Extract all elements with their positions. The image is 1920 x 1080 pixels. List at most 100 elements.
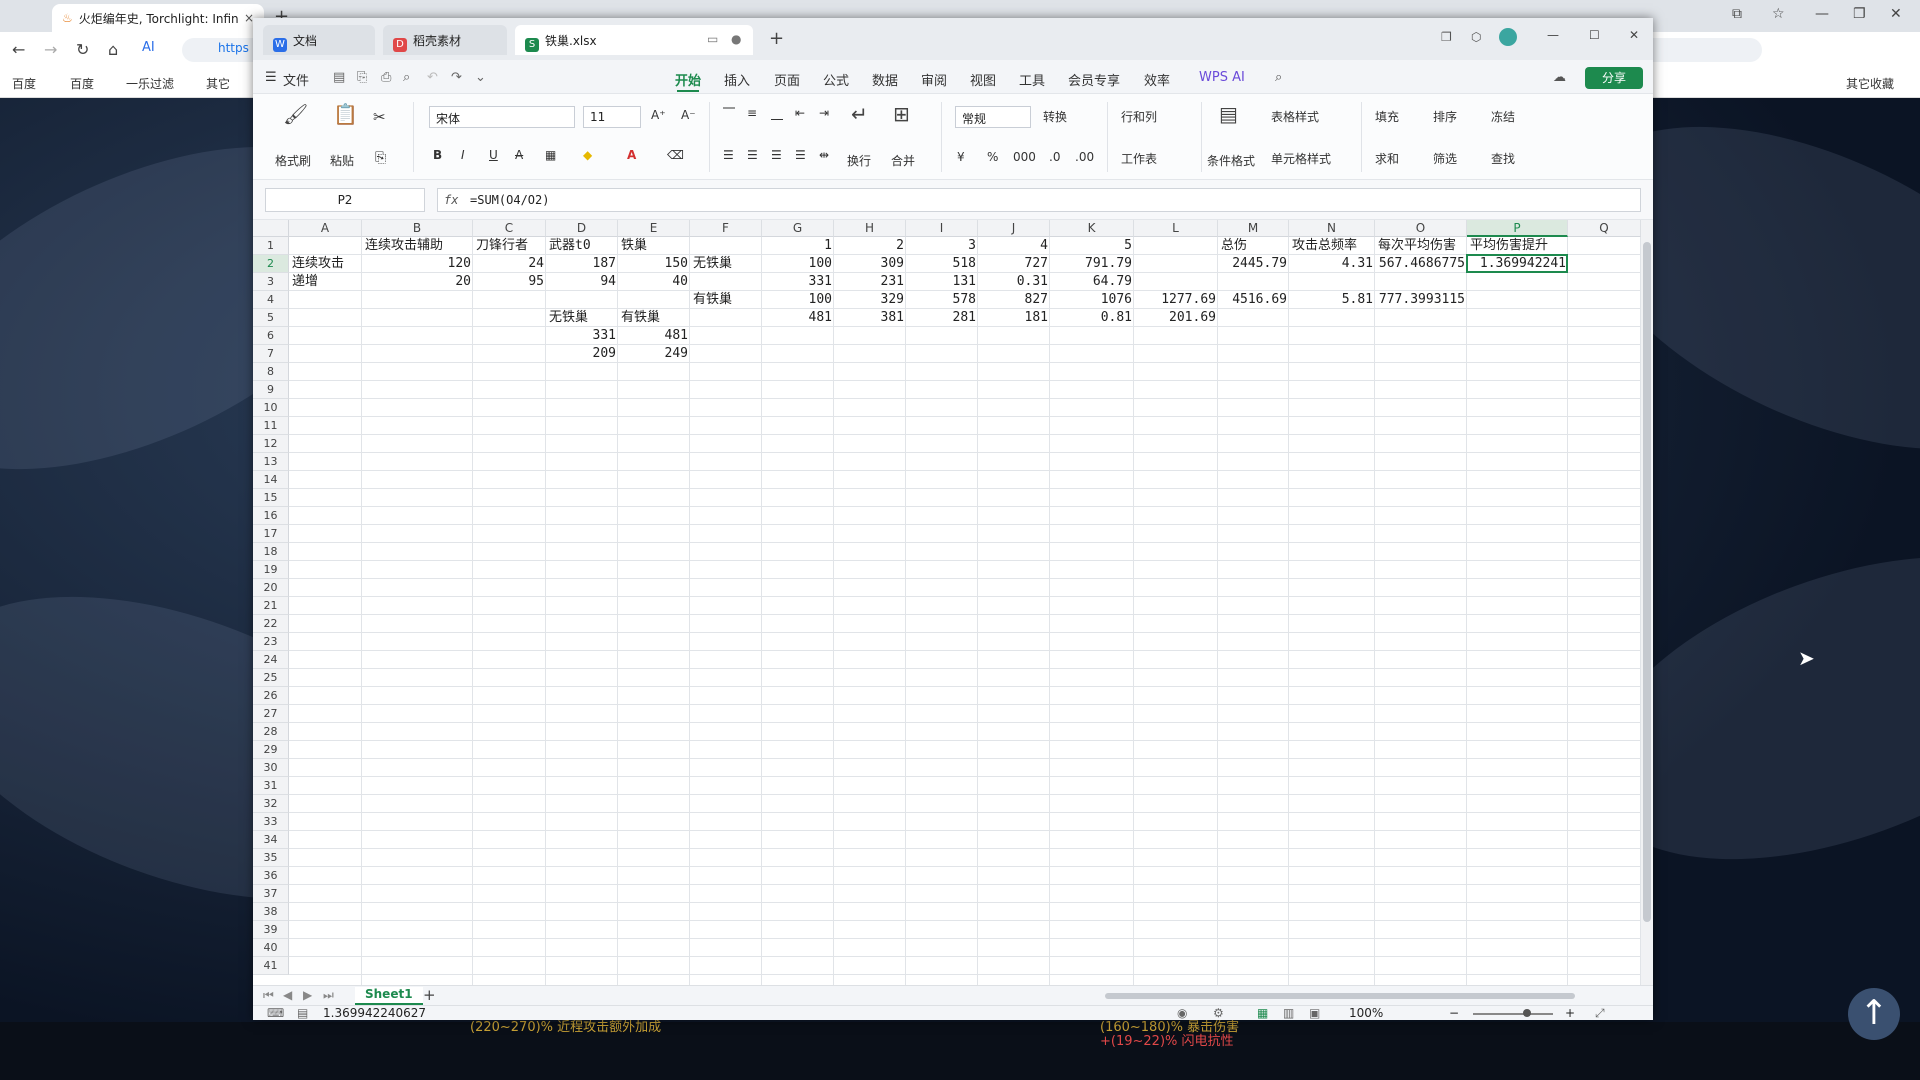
chevron-down-icon[interactable]: ⌄: [475, 70, 486, 85]
cell-g5[interactable]: 481: [762, 309, 834, 327]
row-header[interactable]: 14: [253, 471, 289, 489]
row-header[interactable]: 17: [253, 525, 289, 543]
doc-tab-active[interactable]: S 铁巢.xlsx ▭ ●: [515, 25, 753, 55]
cell-k5[interactable]: 0.81: [1050, 309, 1134, 327]
indent-increase-icon[interactable]: ⇥: [819, 106, 829, 120]
menu-efficiency[interactable]: 效率: [1144, 70, 1170, 89]
cell-o1[interactable]: 每次平均伤害: [1376, 237, 1458, 255]
menu-file[interactable]: 文件: [283, 70, 309, 89]
pin-icon[interactable]: ☆: [1772, 6, 1785, 22]
bookmark-item[interactable]: 百度: [70, 75, 94, 92]
column-header[interactable]: B: [362, 220, 473, 237]
format-painter-icon[interactable]: 🖌: [283, 102, 308, 126]
merge-icon[interactable]: ⊞: [893, 102, 910, 126]
cell-m4[interactable]: 4516.69: [1218, 291, 1289, 309]
row-header[interactable]: 18: [253, 543, 289, 561]
search-icon[interactable]: ⌕: [1275, 70, 1282, 85]
cell-k3[interactable]: 64.79: [1050, 273, 1134, 291]
cell-j4[interactable]: 827: [978, 291, 1050, 309]
add-sheet-button[interactable]: +: [423, 986, 436, 1004]
font-shrink-icon[interactable]: A⁻: [681, 108, 696, 122]
cell-i3[interactable]: 131: [906, 273, 978, 291]
redo-icon[interactable]: ↷: [451, 70, 462, 85]
row-header[interactable]: 25: [253, 669, 289, 687]
cell-m2[interactable]: 2445.79: [1218, 255, 1289, 273]
cell-m1[interactable]: 总伤: [1219, 237, 1249, 255]
find-button[interactable]: 查找: [1491, 150, 1515, 167]
cell-e2[interactable]: 150: [618, 255, 690, 273]
row-header[interactable]: 15: [253, 489, 289, 507]
row-header[interactable]: 23: [253, 633, 289, 651]
sheet-tab[interactable]: Sheet1: [355, 987, 423, 1005]
cell-k4[interactable]: 1076: [1050, 291, 1134, 309]
wrap-label[interactable]: 换行: [847, 152, 871, 169]
vertical-scrollbar[interactable]: [1641, 220, 1653, 985]
cell-e3[interactable]: 40: [618, 273, 690, 291]
underline-icon[interactable]: U: [489, 148, 498, 162]
cell-g1[interactable]: 1: [762, 237, 834, 255]
strikethrough-icon[interactable]: A: [515, 148, 523, 162]
cell-b2[interactable]: 120: [362, 255, 473, 273]
column-header[interactable]: L: [1134, 220, 1218, 237]
bookmark-item[interactable]: 其它收藏: [1846, 75, 1894, 92]
cloud-icon[interactable]: ☁: [1553, 70, 1566, 85]
table-style-button[interactable]: 表格样式: [1271, 108, 1319, 125]
row-header[interactable]: 26: [253, 687, 289, 705]
zoom-out-icon[interactable]: −: [1449, 1006, 1459, 1020]
cell-c2[interactable]: 24: [473, 255, 546, 273]
home-icon[interactable]: ⌂: [108, 40, 118, 59]
cell-a2[interactable]: 连续攻击: [290, 255, 346, 273]
font-color-icon[interactable]: A: [627, 148, 636, 162]
bold-icon[interactable]: B: [433, 148, 442, 162]
column-header[interactable]: J: [978, 220, 1050, 237]
cell-c1[interactable]: 刀锋行者: [474, 237, 530, 255]
cell-b1[interactable]: 连续攻击辅助: [363, 237, 445, 255]
rows-cols-button[interactable]: 行和列: [1121, 108, 1157, 125]
align-bottom-icon[interactable]: ⎽: [771, 106, 783, 121]
row-header[interactable]: 10: [253, 399, 289, 417]
column-header[interactable]: H: [834, 220, 906, 237]
row-header[interactable]: 7: [253, 345, 289, 363]
column-header[interactable]: P: [1467, 220, 1568, 237]
font-name-select[interactable]: 宋体: [429, 106, 575, 128]
copy-icon[interactable]: ⎘: [375, 150, 386, 166]
print-icon[interactable]: ⎙: [381, 70, 391, 85]
row-header[interactable]: 37: [253, 885, 289, 903]
row-header[interactable]: 8: [253, 363, 289, 381]
column-header[interactable]: C: [473, 220, 546, 237]
browser-tab[interactable]: ♨ 火炬编年史, Torchlight: Infin ×: [52, 4, 264, 32]
horizontal-scrollbar[interactable]: [1105, 993, 1575, 999]
row-header[interactable]: 19: [253, 561, 289, 579]
cell-j2[interactable]: 727: [978, 255, 1050, 273]
number-format-select[interactable]: 常规: [955, 106, 1031, 128]
filter-button[interactable]: 筛选: [1433, 150, 1457, 167]
preview-icon[interactable]: ⌕: [403, 70, 410, 85]
row-header[interactable]: 33: [253, 813, 289, 831]
freeze-button[interactable]: 冻结: [1491, 108, 1515, 125]
cell-d5[interactable]: 无铁巢: [547, 309, 590, 327]
eraser-icon[interactable]: ⌫: [667, 148, 684, 162]
indent-decrease-icon[interactable]: ⇤: [795, 106, 805, 120]
column-header[interactable]: F: [690, 220, 762, 237]
italic-icon[interactable]: I: [461, 148, 465, 162]
menu-home[interactable]: 开始: [675, 70, 701, 92]
row-header[interactable]: 1: [253, 237, 289, 255]
scroll-thumb[interactable]: [1643, 242, 1651, 922]
reload-icon[interactable]: ↻: [76, 40, 89, 59]
worksheet-button[interactable]: 工作表: [1121, 150, 1157, 167]
paste-icon[interactable]: 📋: [333, 102, 358, 126]
doc-tab[interactable]: D 稻壳素材: [383, 25, 507, 55]
menu-page[interactable]: 页面: [774, 70, 800, 89]
format-painter-label[interactable]: 格式刷: [275, 152, 311, 169]
cell-d2[interactable]: 187: [546, 255, 618, 273]
column-header[interactable]: E: [618, 220, 690, 237]
fill-button[interactable]: 填充: [1375, 108, 1399, 125]
column-header[interactable]: M: [1218, 220, 1289, 237]
fill-color-icon[interactable]: ◆: [583, 148, 592, 162]
column-header[interactable]: O: [1375, 220, 1467, 237]
row-header[interactable]: 4: [253, 291, 289, 309]
conditional-format-label[interactable]: 条件格式: [1207, 152, 1255, 169]
cell-h5[interactable]: 381: [834, 309, 906, 327]
menu-review[interactable]: 审阅: [921, 70, 947, 89]
row-header[interactable]: 36: [253, 867, 289, 885]
